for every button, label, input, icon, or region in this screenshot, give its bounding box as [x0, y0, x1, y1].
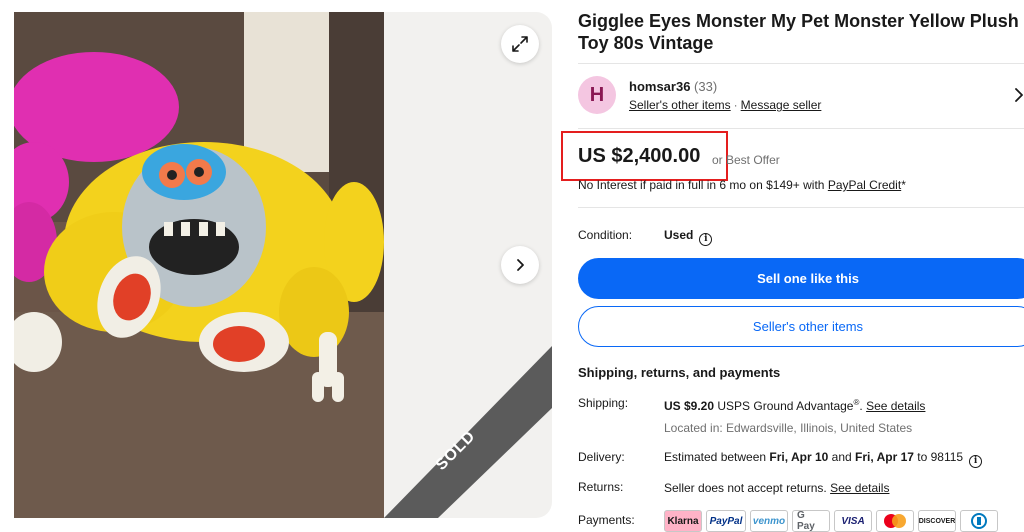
delivery-prefix: Estimated between	[664, 450, 770, 464]
seller-other-items-link[interactable]: Seller's other items	[629, 98, 731, 112]
payments-label: Payments:	[578, 513, 635, 527]
message-seller-link[interactable]: Message seller	[741, 98, 822, 112]
returns-label: Returns:	[578, 480, 624, 494]
sellers-other-items-button[interactable]: Seller's other items	[578, 306, 1024, 347]
paypal-logo: PayPal	[706, 510, 746, 532]
returns-see-details-link[interactable]: See details	[830, 481, 889, 495]
financing-description: No Interest if paid in full in 6 mo on $…	[578, 178, 828, 192]
divider	[578, 128, 1024, 129]
condition-value-line: Used i	[664, 228, 713, 246]
mastercard-logo	[876, 510, 914, 532]
divider	[578, 63, 1024, 64]
shipping-value: US $9.20 USPS Ground Advantage®. See det…	[664, 398, 925, 413]
delivery-zip: to 98115	[913, 450, 964, 464]
paypal-credit-link[interactable]: PayPal Credit	[828, 178, 901, 192]
google-pay-logo: G Pay	[792, 510, 830, 532]
shipping-section-title: Shipping, returns, and payments	[578, 365, 781, 380]
info-icon[interactable]: i	[969, 454, 983, 468]
seller-avatar[interactable]: H	[578, 76, 616, 114]
seller-links: Seller's other items · Message seller	[629, 98, 821, 112]
seller-feedback-count: (33)	[694, 79, 718, 94]
info-icon[interactable]: i	[699, 232, 713, 246]
item-location: Located in: Edwardsville, Illinois, Unit…	[664, 421, 913, 435]
condition-label: Condition:	[578, 228, 633, 242]
sell-one-like-this-button[interactable]: Sell one like this	[578, 258, 1024, 299]
item-title: Gigglee Eyes Monster My Pet Monster Yell…	[578, 11, 1019, 53]
sold-ribbon: SOLD	[384, 346, 552, 518]
visa-logo: VISA	[834, 510, 872, 532]
best-offer-label: or Best Offer	[712, 153, 780, 167]
shipping-label: Shipping:	[578, 396, 629, 410]
klarna-logo: Klarna	[664, 510, 702, 532]
shipping-service: USPS Ground Advantage	[714, 399, 854, 413]
shipping-price: US $9.20	[664, 399, 715, 413]
item-info-panel: Gigglee Eyes Monster My Pet Monster Yell…	[561, 0, 1024, 532]
delivery-value: Estimated between Fri, Apr 10 and Fri, A…	[664, 450, 983, 468]
diners-club-logo	[960, 510, 998, 532]
chevron-right-icon[interactable]	[1014, 87, 1024, 103]
payment-methods: Klarna PayPal venmo G Pay VISA DISCOVER	[664, 510, 998, 532]
expand-image-button[interactable]	[501, 25, 539, 63]
mastercard-icon	[884, 514, 906, 528]
condition-value: Used	[664, 228, 694, 242]
delivery-label: Delivery:	[578, 450, 625, 464]
seller-card[interactable]: H homsar36 (33) Seller's other items · Mes…	[578, 76, 1024, 116]
delivery-end-date: Fri, Apr 17	[855, 450, 914, 464]
chevron-right-icon	[517, 259, 524, 271]
returns-text: Seller does not accept returns.	[664, 481, 831, 495]
seller-name[interactable]: homsar36	[629, 79, 690, 94]
expand-icon	[512, 36, 528, 52]
product-photo[interactable]	[14, 12, 384, 518]
diners-club-icon	[971, 513, 987, 529]
link-separator: ·	[733, 98, 738, 112]
divider	[578, 207, 1024, 208]
item-price: US $2,400.00	[578, 145, 701, 167]
discover-logo: DISCOVER	[918, 510, 956, 532]
shipping-see-details-link[interactable]: See details	[866, 399, 925, 413]
next-image-button[interactable]	[501, 246, 539, 284]
delivery-start-date: Fri, Apr 10	[769, 450, 829, 464]
seller-name-line[interactable]: homsar36 (33)	[629, 79, 717, 94]
image-gallery: SOLD	[14, 12, 552, 518]
financing-text: No Interest if paid in full in 6 mo on $…	[578, 178, 906, 192]
product-photo-illustration	[14, 12, 384, 518]
delivery-and: and	[828, 450, 856, 464]
financing-asterisk: *	[901, 178, 906, 192]
returns-value: Seller does not accept returns. See deta…	[664, 481, 889, 495]
venmo-logo: venmo	[750, 510, 788, 532]
